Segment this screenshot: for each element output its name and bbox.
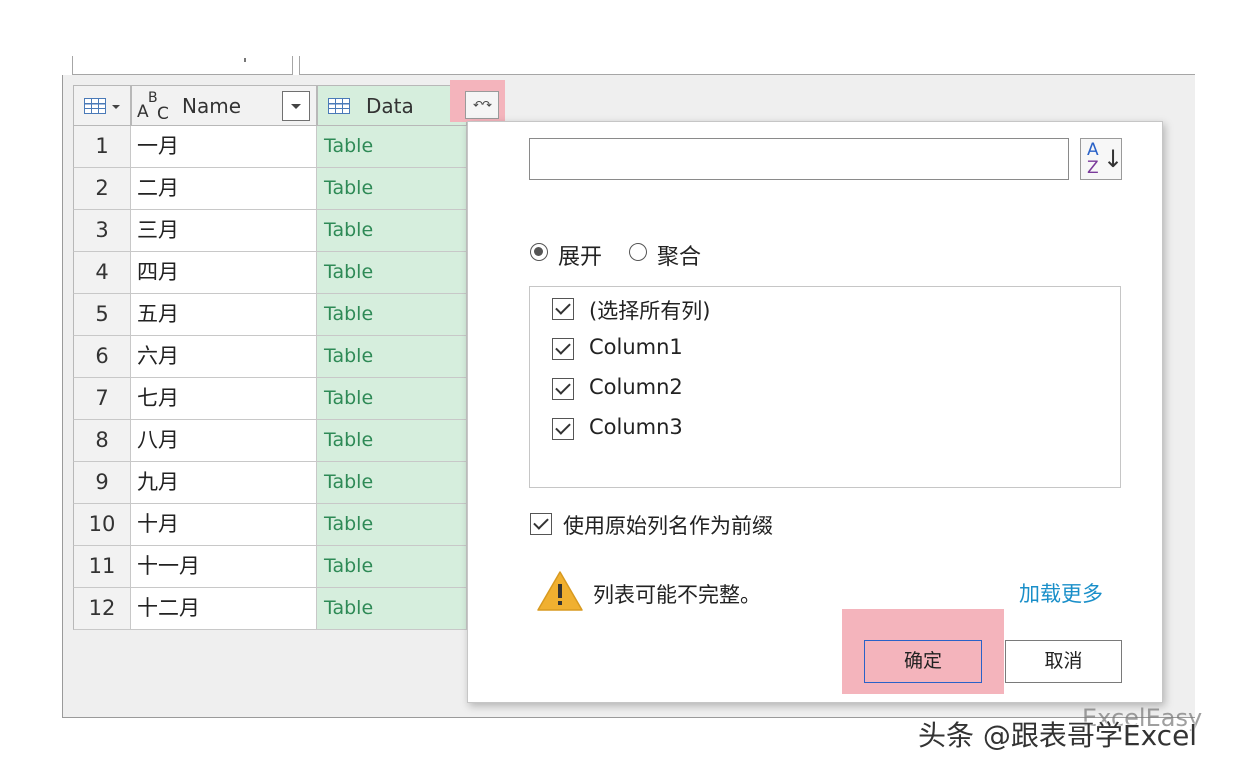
warning-text: 列表可能不完整。 [593,583,761,607]
table-options-header[interactable] [73,85,131,126]
data-cell-table-link[interactable]: Table [317,378,467,420]
row-number[interactable]: 11 [73,546,131,588]
name-cell[interactable]: 七月 [131,378,317,420]
table-icon [84,98,106,114]
expand-columns-popup: A Z ↓ 展开 聚合 (选择所有列) Column1 Column2 Colu… [467,121,1163,703]
data-cell-table-link[interactable]: Table [317,210,467,252]
list-item-label: Column1 [589,335,683,359]
tab-strip [299,56,1195,75]
checkbox-select-all[interactable] [552,298,574,320]
data-cell-table-link[interactable]: Table [317,504,467,546]
column-list: (选择所有列) Column1 Column2 Column3 [529,286,1121,488]
list-item-label: Column2 [589,375,683,399]
row-number[interactable]: 2 [73,168,131,210]
text-type-icon: A B C [137,90,169,124]
query-tab[interactable] [72,56,293,75]
name-cell[interactable]: 二月 [131,168,317,210]
radio-expand[interactable] [530,243,548,261]
name-cell[interactable]: 四月 [131,252,317,294]
data-cell-table-link[interactable]: Table [317,336,467,378]
row-number[interactable]: 9 [73,462,131,504]
sort-az-button[interactable]: A Z ↓ [1080,138,1123,180]
column-data-label: Data [366,94,414,118]
radio-expand-label: 展开 [558,245,603,270]
checkbox-column3[interactable] [552,418,574,440]
cancel-button[interactable]: 取消 [1005,640,1122,683]
data-cell-table-link[interactable]: Table [317,294,467,336]
column-header-name[interactable]: A B C Name [131,85,317,126]
data-cell-table-link[interactable]: Table [317,126,467,168]
row-number[interactable]: 10 [73,504,131,546]
radio-aggregate[interactable] [629,243,647,261]
data-cell-table-link[interactable]: Table [317,168,467,210]
use-prefix-label: 使用原始列名作为前缀 [563,514,773,538]
ok-button[interactable]: 确定 [864,640,982,683]
expand-columns-icon: ↶↷ [472,98,492,112]
tab-marker [244,58,246,62]
radio-aggregate-label: 聚合 [657,245,702,270]
sort-az-icon: A [1087,140,1099,160]
watermark: 头条 @跟表哥学Excel [918,719,1198,752]
data-cell-table-link[interactable]: Table [317,252,467,294]
expand-columns-button[interactable]: ↶↷ [465,91,499,119]
name-cell[interactable]: 六月 [131,336,317,378]
list-item-label: Column3 [589,415,683,439]
row-number[interactable]: 8 [73,420,131,462]
name-cell[interactable]: 一月 [131,126,317,168]
name-cell[interactable]: 九月 [131,462,317,504]
name-cell[interactable]: 十二月 [131,588,317,630]
checkbox-column1[interactable] [552,338,574,360]
warning-icon [537,571,583,611]
chevron-down-icon [112,105,120,109]
column-header-data[interactable]: Data [317,85,467,126]
row-number[interactable]: 5 [73,294,131,336]
row-number[interactable]: 6 [73,336,131,378]
checkbox-column2[interactable] [552,378,574,400]
column-name-label: Name [182,94,242,118]
row-number[interactable]: 12 [73,588,131,630]
row-number[interactable]: 7 [73,378,131,420]
column-search-input[interactable] [529,138,1069,180]
table-icon [328,98,350,114]
data-cell-table-link[interactable]: Table [317,462,467,504]
row-number[interactable]: 4 [73,252,131,294]
name-cell[interactable]: 十一月 [131,546,317,588]
name-cell[interactable]: 十月 [131,504,317,546]
row-number[interactable]: 3 [73,210,131,252]
name-cell[interactable]: 三月 [131,210,317,252]
row-number[interactable]: 1 [73,126,131,168]
filter-dropdown-button[interactable] [282,91,310,121]
checkbox-use-prefix[interactable] [530,513,552,535]
name-cell[interactable]: 五月 [131,294,317,336]
data-cell-table-link[interactable]: Table [317,588,467,630]
data-cell-table-link[interactable]: Table [317,546,467,588]
list-item-label: (选择所有列) [589,299,711,323]
name-cell[interactable]: 八月 [131,420,317,462]
load-more-link[interactable]: 加载更多 [1019,578,1103,608]
data-cell-table-link[interactable]: Table [317,420,467,462]
